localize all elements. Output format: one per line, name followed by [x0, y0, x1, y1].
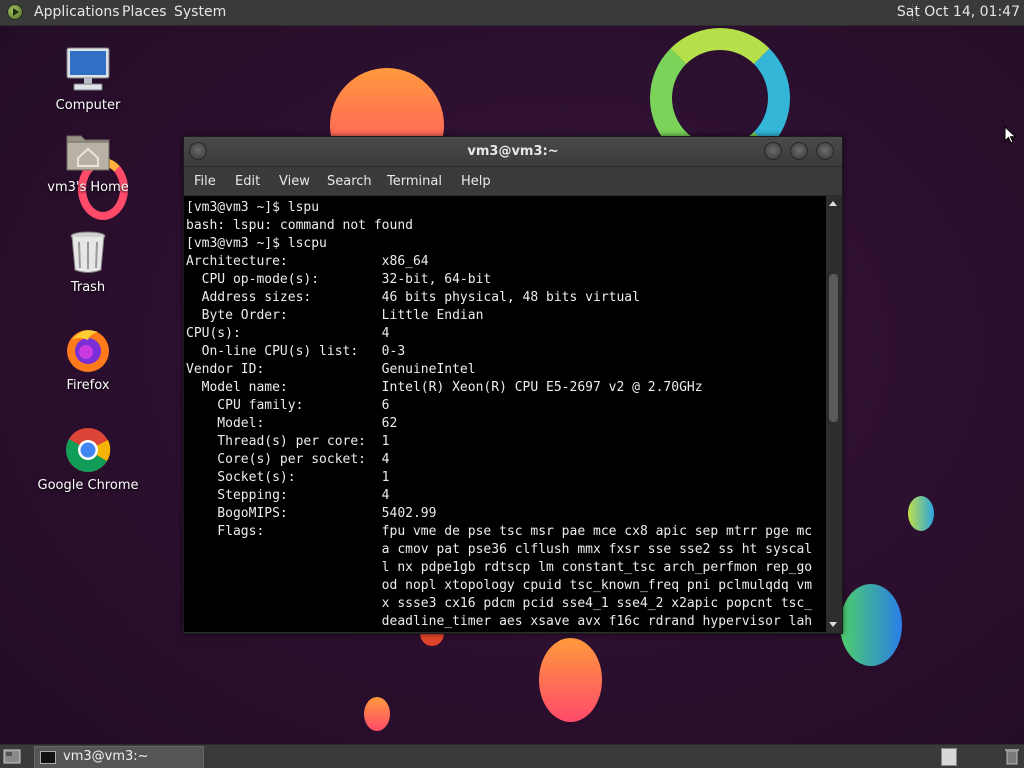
terminal-line: CPU op-mode(s): 32-bit, 64-bit — [186, 272, 492, 287]
computer-icon — [64, 46, 112, 94]
distro-logo-icon[interactable] — [7, 4, 23, 20]
window-titlebar[interactable]: vm3@vm3:~ — [184, 137, 842, 166]
menu-search[interactable]: Search — [327, 174, 372, 189]
terminal-icon — [40, 751, 56, 764]
scroll-down-arrow-icon[interactable] — [829, 622, 837, 627]
terminal-menubar: File Edit View Search Terminal Help — [184, 167, 842, 195]
wallpaper-blue-oval — [908, 496, 934, 531]
menu-help[interactable]: Help — [461, 174, 491, 189]
system-menu[interactable]: System — [174, 4, 226, 20]
window-menu-button[interactable] — [190, 143, 206, 159]
terminal-output[interactable]: [vm3@vm3 ~]$ lspu bash: lspu: command no… — [184, 196, 826, 632]
terminal-line: deadline_timer aes xsave avx f16c rdrand… — [186, 614, 813, 629]
trash-applet-icon[interactable] — [1003, 748, 1021, 765]
terminal-line: od nopl xtopology cpuid tsc_known_freq p… — [186, 578, 813, 593]
terminal-line: Vendor ID: GenuineIntel — [186, 362, 476, 377]
menu-view[interactable]: View — [279, 174, 310, 189]
scroll-up-arrow-icon[interactable] — [829, 201, 837, 206]
window-title: vm3@vm3:~ — [467, 144, 559, 159]
trash-icon — [64, 228, 112, 276]
terminal-line: [vm3@vm3 ~]$ lscpu — [186, 236, 327, 251]
terminal-line: x ssse3 cx16 pdcm pcid sse4_1 sse4_2 x2a… — [186, 596, 813, 611]
terminal-line: On-line CPU(s) list: 0-3 — [186, 344, 406, 359]
menu-terminal[interactable]: Terminal — [387, 174, 442, 189]
terminal-line: Address sizes: 46 bits physical, 48 bits… — [186, 290, 640, 305]
wallpaper-blue-circle — [840, 584, 902, 666]
terminal-line: CPU family: 6 — [186, 398, 390, 413]
minimize-button[interactable] — [765, 143, 781, 159]
terminal-line: Model name: Intel(R) Xeon(R) CPU E5-2697… — [186, 380, 703, 395]
taskbar-item-terminal[interactable]: vm3@vm3:~ — [34, 746, 204, 768]
terminal-line: [vm3@vm3 ~]$ lspu — [186, 200, 320, 215]
terminal-line: Model: 62 — [186, 416, 398, 431]
terminal-line: Core(s) per socket: 4 — [186, 452, 390, 467]
desktop-icon-label: Computer — [55, 98, 121, 113]
terminal-line: BogoMIPS: 5402.99 — [186, 506, 437, 521]
desktop-icon-label: Trash — [70, 280, 106, 295]
places-menu[interactable]: Places — [122, 4, 167, 20]
desktop-icon-label: Firefox — [66, 378, 110, 393]
terminal-line: Flags: fpu vme de pse tsc msr pae mce cx… — [186, 524, 813, 539]
terminal-window[interactable]: vm3@vm3:~ File Edit View Search Terminal… — [183, 136, 843, 634]
menu-edit[interactable]: Edit — [235, 174, 260, 189]
desktop-icon-computer[interactable]: Computer — [33, 46, 143, 113]
terminal-line: Stepping: 4 — [186, 488, 390, 503]
chrome-icon — [64, 426, 112, 474]
mouse-cursor-icon — [1004, 126, 1016, 144]
terminal-line: Thread(s) per core: 1 — [186, 434, 390, 449]
desktop-icon-firefox[interactable]: Firefox — [33, 326, 143, 393]
desktop-icon-label: Google Chrome — [37, 478, 139, 493]
close-button[interactable] — [817, 143, 833, 159]
terminal-line: l nx pdpe1gb rdtscp lm constant_tsc arch… — [186, 560, 813, 575]
desktop-icon-home[interactable]: vm3's Home — [33, 128, 143, 195]
show-desktop-icon[interactable] — [3, 748, 21, 765]
top-panel: Applications Places System Sat Oct 14, 0… — [0, 0, 1024, 26]
terminal-line: Byte Order: Little Endian — [186, 308, 484, 323]
taskbar-item-label: vm3@vm3:~ — [63, 749, 149, 764]
scrollbar-thumb[interactable] — [829, 274, 838, 422]
terminal-line: bash: lspu: command not found — [186, 218, 413, 233]
terminal-line: a cmov pat pse36 clflush mmx fxsr sse ss… — [186, 542, 813, 557]
desktop-icon-chrome[interactable]: Google Chrome — [33, 426, 143, 493]
desktop-icon-label: vm3's Home — [47, 180, 129, 195]
terminal-scrollbar[interactable] — [826, 196, 841, 632]
clock[interactable]: Sat Oct 14, 01:47 — [897, 4, 1020, 20]
applications-menu[interactable]: Applications — [34, 4, 120, 20]
wallpaper-small-oval — [364, 697, 390, 731]
terminal-line: Architecture: x86_64 — [186, 254, 429, 269]
wallpaper-orange-oval — [539, 638, 602, 722]
menu-file[interactable]: File — [194, 174, 216, 189]
bottom-panel: vm3@vm3:~ — [0, 744, 1024, 768]
home-folder-icon — [64, 128, 112, 176]
desktop-icon-trash[interactable]: Trash — [33, 228, 143, 295]
terminal-line: CPU(s): 4 — [186, 326, 390, 341]
terminal-text: [vm3@vm3 ~]$ lspu bash: lspu: command no… — [184, 199, 812, 631]
desktop-background: Applications Places System Sat Oct 14, 0… — [0, 0, 1024, 768]
maximize-button[interactable] — [791, 143, 807, 159]
workspace-switcher[interactable] — [941, 748, 957, 766]
terminal-line: Socket(s): 1 — [186, 470, 390, 485]
firefox-icon — [64, 326, 112, 374]
